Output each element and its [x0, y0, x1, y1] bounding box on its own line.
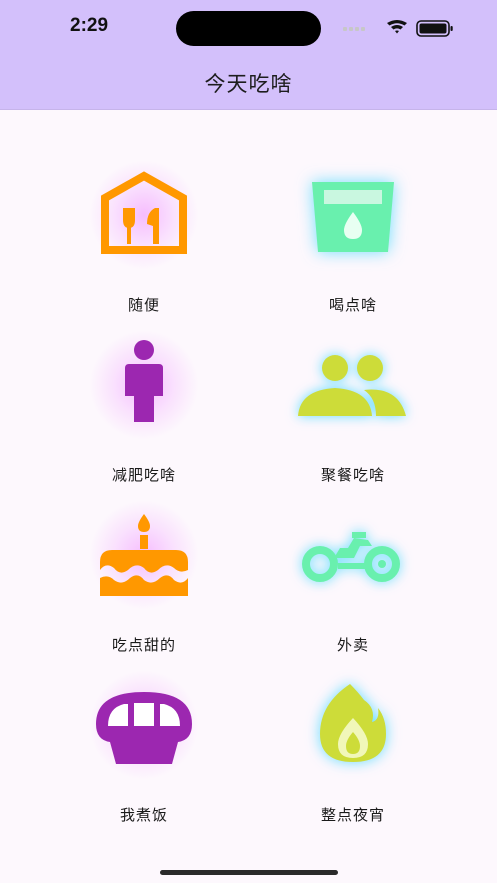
tile-delivery[interactable]: 外卖	[253, 488, 453, 654]
wifi-icon	[387, 20, 407, 34]
restaurant-house-icon	[101, 171, 187, 254]
home-indicator[interactable]	[160, 870, 338, 875]
tile-drinks[interactable]: 喝点啥	[253, 148, 453, 314]
signal-icon	[343, 27, 365, 31]
tile-label: 整点夜宵	[320, 806, 385, 824]
tile-label: 吃点甜的	[111, 636, 176, 654]
tile-label: 随便	[127, 296, 160, 314]
tile-diet[interactable]: 减肥吃啥	[44, 318, 244, 484]
rice-cooker-icon	[96, 692, 192, 764]
tile-cook-at-home[interactable]: 我煮饭	[44, 658, 244, 824]
group-people-icon	[298, 355, 406, 416]
person-icon	[125, 340, 163, 422]
tile-label: 我煮饭	[119, 806, 168, 824]
tile-label: 外卖	[336, 636, 369, 654]
drink-cup-icon	[312, 182, 394, 252]
dynamic-island	[176, 11, 321, 46]
tile-random[interactable]: 随便	[44, 148, 244, 314]
tile-sweets[interactable]: 吃点甜的	[44, 488, 244, 654]
delivery-bike-icon	[302, 532, 400, 582]
tile-late-night-snack[interactable]: 整点夜宵	[253, 658, 453, 824]
battery-icon	[416, 20, 453, 37]
tile-label: 聚餐吃啥	[320, 466, 385, 484]
menu-grid: 随便 喝点啥 减肥吃啥 聚餐吃啥 吃点甜的 外卖 我煮饭 整点夜宵	[0, 110, 497, 850]
tile-group-dining[interactable]: 聚餐吃啥	[253, 318, 453, 484]
status-icons	[343, 20, 453, 37]
status-bar: 2:29	[0, 0, 497, 55]
tile-label: 喝点啥	[328, 296, 377, 314]
status-time: 2:29	[70, 15, 109, 36]
tile-label: 减肥吃啥	[111, 466, 176, 484]
page-title: 今天吃啥	[204, 72, 293, 96]
flame-icon	[320, 684, 386, 762]
birthday-cake-icon	[100, 514, 188, 596]
